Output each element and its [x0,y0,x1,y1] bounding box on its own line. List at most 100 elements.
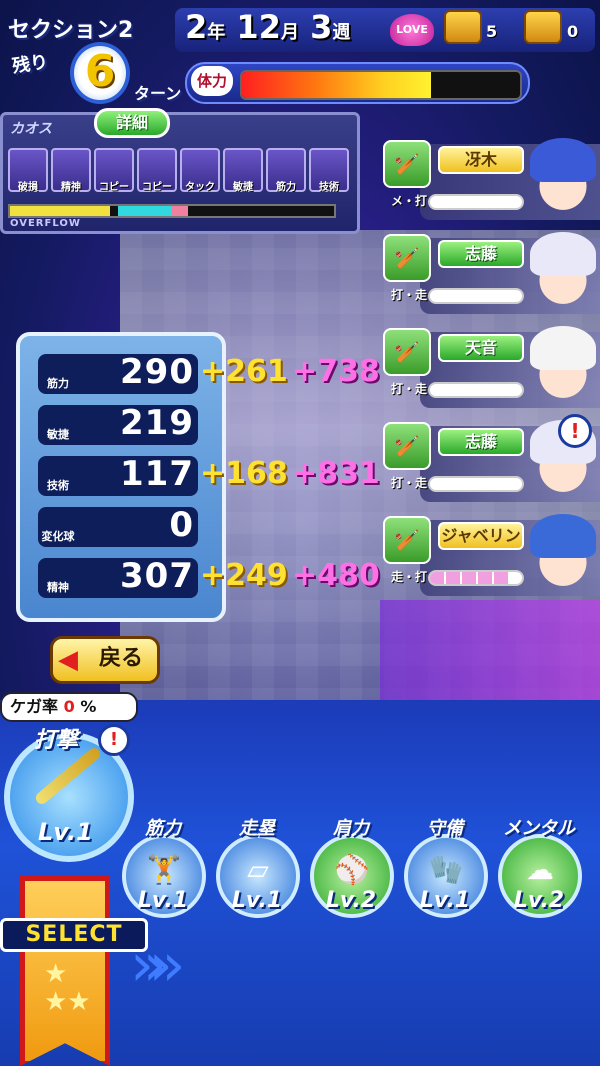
training-option-level: Lv.1 [419,888,471,913]
month-unit: 月 [280,22,299,43]
stat-bonus: +261 [200,354,288,389]
week-value: 3 [310,8,333,46]
friendship-gauge [428,570,524,586]
chaos-event-icon: コピー [94,148,134,193]
injury-label: ケガ率 [10,697,59,716]
chaos-event-icon: 破損 [8,148,48,193]
batting-training-title: 打撃 [34,728,79,753]
turn-label: ターン [134,84,182,103]
injury-rate: ケガ率 0 % [0,692,138,722]
stat-value: 117 [120,454,194,494]
overflow-segment-pink [172,206,188,216]
bat-icon: 技術 [47,479,69,492]
overflow-label: OVERFLOW [10,218,81,229]
year-value: 2 [185,8,208,46]
header: セクション2 残り 6 ターン 2年 12月 3週 LOVE 5 0 体力 [0,0,600,110]
character-hair [530,514,596,558]
stat-bonus-extra: +738 [292,354,380,389]
treasure-chest-icon[interactable] [444,10,482,44]
training-option-button[interactable]: ☁ メンタル Lv.2 [494,818,584,924]
training-type-icon: 🏏 [383,516,431,564]
chaos-label: カオス [10,121,52,137]
stamina-label: 体力 [191,66,233,96]
training-type-icon: 🏏 [383,140,431,188]
training-option-button[interactable]: 🧤 守備 Lv.1 [400,818,490,924]
overflow-segment-cyan [118,206,172,216]
training-type-label: メ・打 [390,194,427,208]
training-option-button[interactable]: 🏋 筋力 Lv.1 [118,818,208,924]
remaining-label: 残り [10,51,50,78]
training-option-name: 走塁 [239,818,275,839]
baseball-icon: 変化球 [41,530,75,543]
detail-button[interactable]: 詳細 [94,108,170,138]
friendship-gauge [428,288,524,304]
month-value: 12 [236,8,281,46]
chest2-count: 0 [567,22,579,41]
chaos-event-icon: 敏捷 [223,148,263,193]
character-hair [530,138,596,182]
training-option-name: メンタル [503,818,575,839]
stat-bonus: +249 [200,558,288,593]
stat-bonus-extra: +480 [292,558,380,593]
character-hair [530,326,596,370]
training-option-button[interactable]: ⚾ 肩力 Lv.2 [306,818,396,924]
training-option-level: Lv.2 [513,888,565,913]
stat-value: 307 [120,556,194,596]
training-type-label: 走・打 [390,570,427,584]
overflow-segment-yellow [10,206,110,216]
shoe-icon: 敏捷 [47,428,69,441]
turns-left: 6 [84,46,116,97]
star-icons: ★ ★★ [44,959,91,1017]
training-type-icon: 🏏 [383,328,431,376]
injury-value: 0 [63,697,75,716]
golden-chest-icon[interactable] [524,10,562,44]
support-character-card[interactable]: 🏏 打・走 天音 [380,324,600,410]
training-type-label: 打・走 [390,288,427,302]
love-heart-icon[interactable]: LOVE [390,14,434,46]
training-type-icon: 🏏 [383,422,431,470]
stat-value: 290 [120,352,194,392]
chaos-event-icon: 精神 [51,148,91,193]
spirit-icon: 精神 [47,581,69,594]
injury-unit: % [80,697,97,716]
friendship-gauge-fill [430,572,509,584]
training-option-level: Lv.2 [325,888,377,913]
character-name: 冴木 [438,146,524,174]
training-option-icon: ▱ [247,853,269,886]
stat-value: 0 [169,505,194,545]
chaos-event-icon: 技術 [309,148,349,193]
stamina-fill [242,72,432,98]
support-character-card[interactable]: 🏏 打・走 志藤! [380,414,600,504]
support-character-card[interactable]: 🏏 メ・打 冴木 [380,136,600,222]
chaos-icon-row: 破損 精神 コピー コピー タック 敏捷 筋力 技術 [8,148,353,193]
character-name: 志藤 [438,240,524,268]
training-type-label: 打・走 [390,382,427,396]
friendship-gauge [428,194,524,210]
training-option-icon: 🧤 [428,853,464,886]
chaos-event-icon: コピー [137,148,177,193]
training-option-icon: ⚾ [334,853,370,886]
stat-bonus-extra: +831 [292,456,380,491]
game-date: 2年 12月 3週 [185,8,350,46]
character-name: 志藤 [438,428,524,456]
select-label: SELECT [0,918,148,952]
training-option-button[interactable]: ▱ 走塁 Lv.1 [212,818,302,924]
stamina-track [240,70,522,100]
support-character-card[interactable]: 🏏 走・打 ジャベリン [380,512,600,598]
character-name: ジャベリン [438,522,524,550]
week-unit: 週 [332,22,351,43]
dumbbell-icon: 筋力 [47,377,69,390]
character-hair [530,232,596,276]
overflow-bar [8,204,336,218]
chaos-event-icon: タック [180,148,220,193]
training-type-label: 打・走 [390,476,427,490]
year-unit: 年 [207,22,226,43]
friendship-gauge [428,382,524,398]
training-option-name: 守備 [427,818,463,839]
support-character-card[interactable]: 🏏 打・走 志藤 [380,230,600,316]
alert-icon: ! [98,724,130,756]
chest1-count: 5 [486,22,498,41]
batting-training-level: Lv.1 [38,818,93,846]
friendship-gauge [428,476,524,492]
chaos-event-icon: 筋力 [266,148,306,193]
